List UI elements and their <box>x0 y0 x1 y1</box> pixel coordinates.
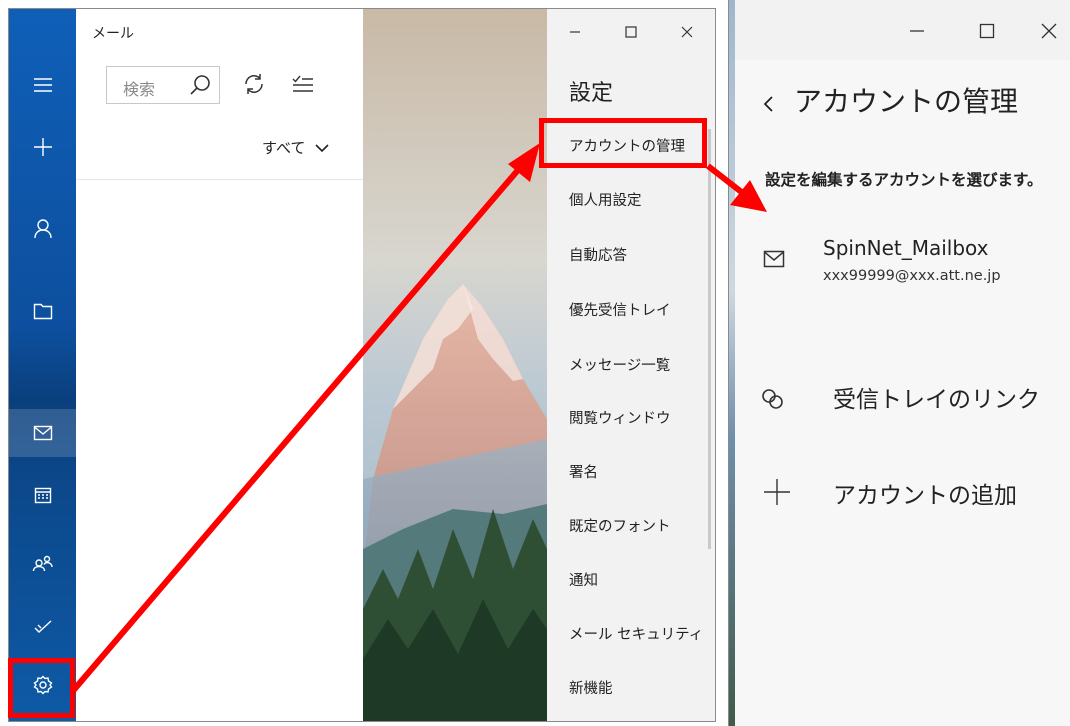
arrow-manage-to-window <box>706 163 767 212</box>
arrow-settings-to-manage <box>69 143 540 694</box>
annotation-arrows <box>69 143 767 694</box>
